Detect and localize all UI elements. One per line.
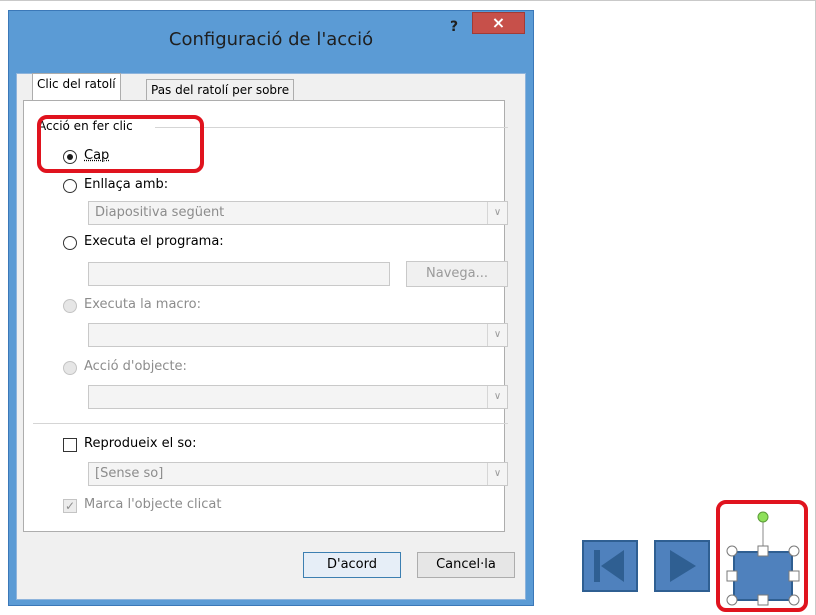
close-button[interactable]: × [472,12,525,34]
rotation-handle-icon [757,511,769,523]
help-button[interactable]: ? [445,19,463,37]
highlight-click-label: Marca l'objecte clicat [84,497,222,512]
play-sound-label: Reprodueix el so: [84,436,197,451]
radio-none[interactable] [63,150,77,164]
macro-dropdown[interactable]: ∨ [88,323,508,347]
next-slide-button[interactable] [654,540,710,592]
next-slide-icon [670,550,696,582]
radio-link[interactable] [63,179,77,193]
radio-run-program-label: Executa el programa: [84,234,224,249]
sound-dropdown[interactable]: [Sense so] ∨ [88,462,508,486]
radio-none-label: Cap [84,148,110,163]
ok-button[interactable]: D'acord [303,552,401,578]
link-dropdown[interactable]: Diapositiva següent ∨ [88,201,508,225]
cancel-button[interactable]: Cancel·la [417,552,515,578]
chevron-down-icon: ∨ [487,386,507,408]
object-action-dropdown[interactable]: ∨ [88,385,508,409]
previous-slide-icon [594,550,624,582]
browse-button[interactable]: Navega... [406,261,508,287]
radio-run-macro[interactable] [63,299,77,313]
radio-run-macro-label: Executa la macro: [84,297,201,312]
highlight-click-checkbox[interactable]: ✓ [63,499,77,513]
previous-slide-button[interactable] [582,540,638,592]
action-group-label: Acció en fer clic [38,119,137,133]
link-dropdown-value: Diapositiva següent [95,205,225,220]
tab-mouse-over[interactable]: Pas del ratolí per sobre [146,79,295,100]
program-path-input[interactable] [88,262,390,286]
radio-run-program[interactable] [63,236,77,250]
tab-mouse-click[interactable]: Clic del ratolí [32,73,121,100]
chevron-down-icon: ∨ [487,463,507,485]
chevron-down-icon: ∨ [487,202,507,224]
sound-dropdown-value: [Sense so] [95,466,164,481]
chevron-down-icon: ∨ [487,324,507,346]
group-divider [155,127,508,128]
play-sound-checkbox[interactable] [63,438,77,452]
selection-handles [726,511,800,606]
radio-object-action[interactable] [63,361,77,375]
radio-object-action-label: Acció d'objecte: [84,359,187,374]
section-divider [33,423,508,424]
radio-link-label: Enllaça amb: [84,177,169,192]
